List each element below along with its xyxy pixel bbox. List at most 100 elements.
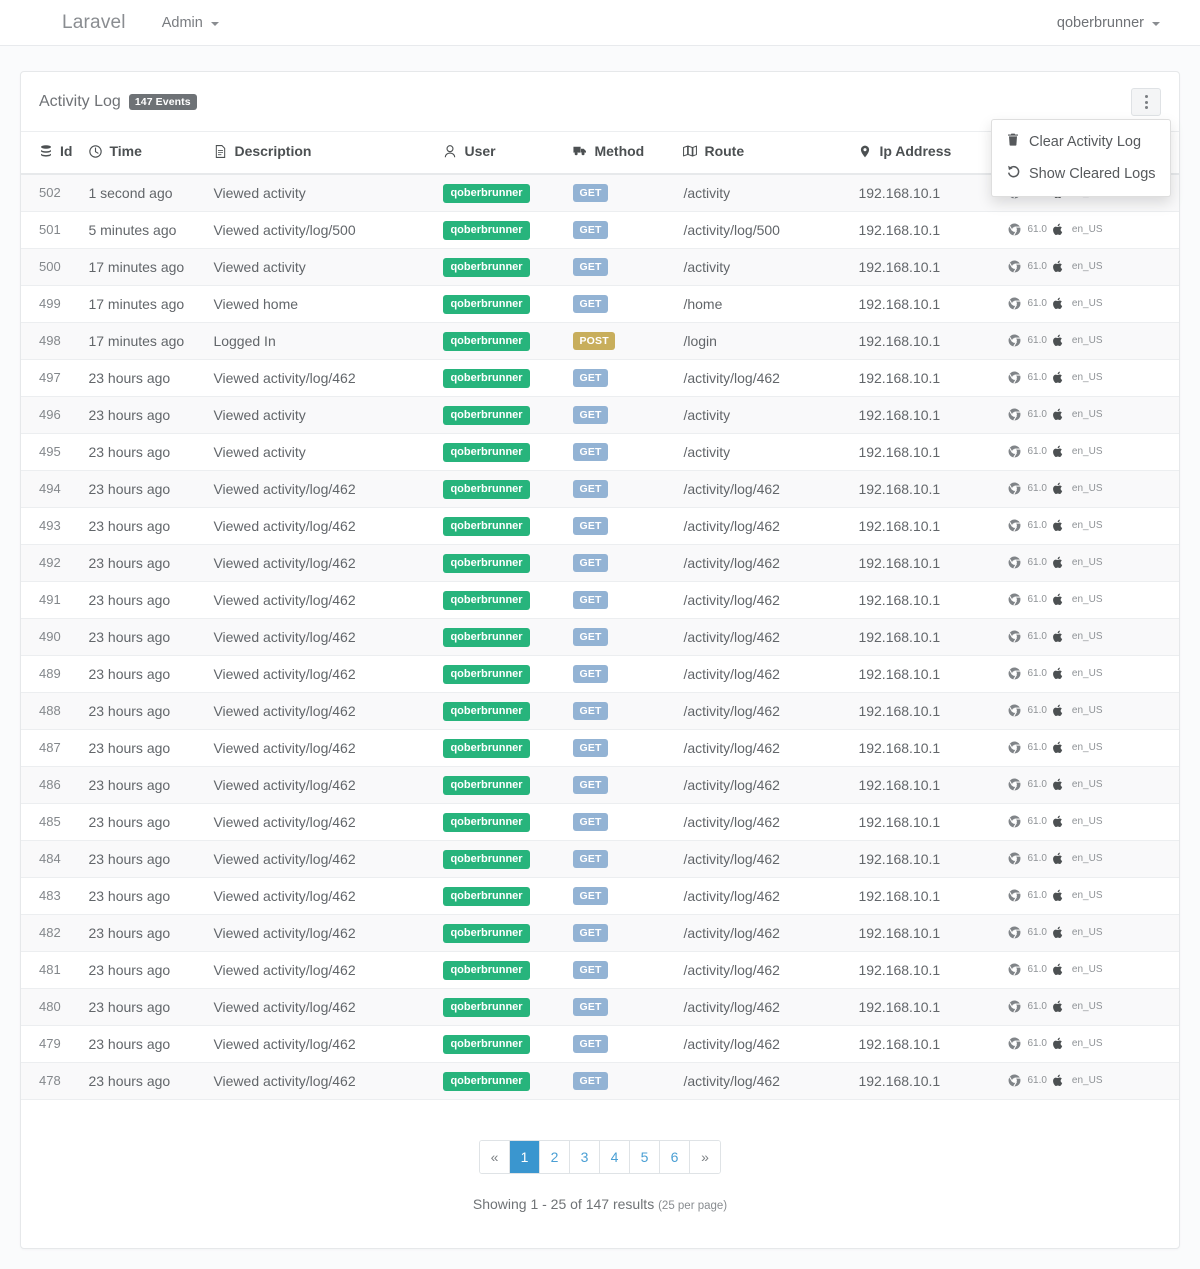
user-badge[interactable]: qoberbrunner	[443, 1071, 530, 1091]
user-menu[interactable]: qoberbrunner	[1057, 15, 1160, 31]
table-row[interactable]: 481 23 hours ago Viewed activity/log/462 qo…	[21, 951, 1179, 989]
user-badge[interactable]: qoberbrunner	[443, 886, 530, 906]
cell-id: 485	[21, 803, 81, 841]
column-header-user[interactable]: User	[435, 132, 566, 175]
user-badge[interactable]: qoberbrunner	[443, 516, 530, 536]
table-row[interactable]: 492 23 hours ago Viewed activity/log/462 qo…	[21, 544, 1179, 582]
user-badge[interactable]: qoberbrunner	[443, 257, 530, 277]
method-badge: GET	[573, 405, 608, 425]
browser-version: 61.0	[1027, 631, 1047, 642]
table-row[interactable]: 493 23 hours ago Viewed activity/log/462 qo…	[21, 507, 1179, 545]
table-row[interactable]: 501 5 minutes ago Viewed activity/log/500 q…	[21, 211, 1179, 249]
chrome-icon	[1008, 889, 1021, 902]
user-badge[interactable]: qoberbrunner	[443, 331, 530, 351]
pagination-page-2[interactable]: 2	[540, 1140, 570, 1173]
method-badge: GET	[573, 886, 608, 906]
cell-description: Viewed activity	[205, 248, 436, 286]
nav-item-admin[interactable]: Admin	[162, 15, 219, 31]
brand-logo[interactable]: Laravel	[62, 12, 126, 34]
apple-icon	[1052, 963, 1066, 976]
browser-version: 61.0	[1027, 261, 1047, 272]
user-badge[interactable]: qoberbrunner	[443, 627, 530, 647]
table-row[interactable]: 486 23 hours ago Viewed activity/log/462 qo…	[21, 766, 1179, 804]
cell-user: qoberbrunner	[435, 359, 566, 397]
table-row[interactable]: 483 23 hours ago Viewed activity/log/462 qo…	[21, 877, 1179, 915]
column-header-method[interactable]: Method	[565, 132, 676, 175]
method-badge: GET	[573, 590, 608, 610]
pagination-page-4[interactable]: 4	[600, 1140, 630, 1173]
user-badge[interactable]: qoberbrunner	[443, 812, 530, 832]
table-row[interactable]: 484 23 hours ago Viewed activity/log/462 qo…	[21, 840, 1179, 878]
user-badge[interactable]: qoberbrunner	[443, 405, 530, 425]
pagination-page-3[interactable]: 3	[570, 1140, 600, 1173]
pagination-prev[interactable]: «	[480, 1140, 510, 1173]
cell-route: /activity/log/462	[675, 1025, 851, 1063]
table-row[interactable]: 494 23 hours ago Viewed activity/log/462 qo…	[21, 470, 1179, 508]
user-badge[interactable]: qoberbrunner	[443, 368, 530, 388]
column-header-description[interactable]: Description	[205, 132, 436, 175]
user-badge[interactable]: qoberbrunner	[443, 590, 530, 610]
cell-time: 17 minutes ago	[80, 322, 206, 360]
table-row[interactable]: 490 23 hours ago Viewed activity/log/462 qo…	[21, 618, 1179, 656]
menu-item-clear-activity-log[interactable]: Clear Activity Log	[992, 126, 1170, 158]
cell-method: GET	[565, 729, 676, 767]
table-row[interactable]: 496 23 hours ago Viewed activity qoberbrunn…	[21, 396, 1179, 434]
menu-item-show-cleared-logs[interactable]: Show Cleared Logs	[992, 158, 1170, 190]
chevron-down-icon	[210, 21, 219, 26]
user-badge[interactable]: qoberbrunner	[443, 664, 530, 684]
locale-label: en_US	[1071, 668, 1103, 679]
user-badge[interactable]: qoberbrunner	[443, 997, 530, 1017]
table-row[interactable]: 480 23 hours ago Viewed activity/log/462 qo…	[21, 988, 1179, 1026]
cell-agent: 61.0 en_US	[1000, 433, 1179, 471]
cell-route: /activity/log/462	[675, 766, 851, 804]
user-badge[interactable]: qoberbrunner	[443, 849, 530, 869]
user-badge[interactable]: qoberbrunner	[443, 479, 530, 499]
user-badge[interactable]: qoberbrunner	[443, 960, 530, 980]
pagination-next[interactable]: »	[690, 1140, 720, 1173]
cell-user: qoberbrunner	[435, 803, 566, 841]
cell-id: 486	[21, 766, 81, 804]
user-badge[interactable]: qoberbrunner	[443, 442, 530, 462]
table-row[interactable]: 478 23 hours ago Viewed activity/log/462 qo…	[21, 1062, 1179, 1100]
user-badge[interactable]: qoberbrunner	[443, 923, 530, 943]
table-row[interactable]: 500 17 minutes ago Viewed activity qoberbru…	[21, 248, 1179, 286]
table-row[interactable]: 487 23 hours ago Viewed activity/log/462 qo…	[21, 729, 1179, 767]
user-badge[interactable]: qoberbrunner	[443, 294, 530, 314]
table-row[interactable]: 489 23 hours ago Viewed activity/log/462 qo…	[21, 655, 1179, 693]
pagination-page-6[interactable]: 6	[660, 1140, 690, 1173]
column-header-time[interactable]: Time	[80, 132, 206, 175]
pagination-page-1[interactable]: 1	[510, 1140, 540, 1173]
table-row[interactable]: 479 23 hours ago Viewed activity/log/462 qo…	[21, 1025, 1179, 1063]
cell-time: 23 hours ago	[80, 581, 206, 619]
method-badge: GET	[573, 738, 608, 758]
vertical-dots-icon[interactable]	[1131, 88, 1161, 116]
cell-ip-address: 192.168.10.1	[850, 581, 1001, 619]
user-badge[interactable]: qoberbrunner	[443, 1034, 530, 1054]
table-row[interactable]: 491 23 hours ago Viewed activity/log/462 qo…	[21, 581, 1179, 619]
cell-ip-address: 192.168.10.1	[850, 211, 1001, 249]
chrome-icon	[1008, 630, 1021, 643]
table-row[interactable]: 495 23 hours ago Viewed activity qoberbrunn…	[21, 433, 1179, 471]
user-badge[interactable]: qoberbrunner	[443, 701, 530, 721]
table-row[interactable]: 488 23 hours ago Viewed activity/log/462 qo…	[21, 692, 1179, 730]
table-row[interactable]: 482 23 hours ago Viewed activity/log/462 qo…	[21, 914, 1179, 952]
user-badge[interactable]: qoberbrunner	[443, 738, 530, 758]
user-badge[interactable]: qoberbrunner	[443, 775, 530, 795]
page-content: Activity Log 147 Events Clear Activity L…	[0, 46, 1200, 1269]
column-header-id[interactable]: Id	[21, 132, 81, 175]
column-header-ip-address[interactable]: Ip Address	[850, 132, 1001, 175]
table-row[interactable]: 485 23 hours ago Viewed activity/log/462 qo…	[21, 803, 1179, 841]
locale-label: en_US	[1071, 557, 1103, 568]
user-badge[interactable]: qoberbrunner	[443, 553, 530, 573]
pagination-page-5[interactable]: 5	[630, 1140, 660, 1173]
table-row[interactable]: 498 17 minutes ago Logged In qoberbrunner PO…	[21, 322, 1179, 360]
user-badge[interactable]: qoberbrunner	[443, 220, 530, 240]
table-row[interactable]: 499 17 minutes ago Viewed home qoberbrunner…	[21, 285, 1179, 323]
cell-description: Viewed activity/log/462	[205, 618, 436, 656]
truck-icon	[573, 144, 587, 158]
user-badge[interactable]: qoberbrunner	[443, 183, 530, 203]
cell-ip-address: 192.168.10.1	[850, 470, 1001, 508]
table-row[interactable]: 497 23 hours ago Viewed activity/log/462 qo…	[21, 359, 1179, 397]
column-header-route[interactable]: Route	[675, 132, 851, 175]
apple-icon	[1052, 1037, 1066, 1050]
